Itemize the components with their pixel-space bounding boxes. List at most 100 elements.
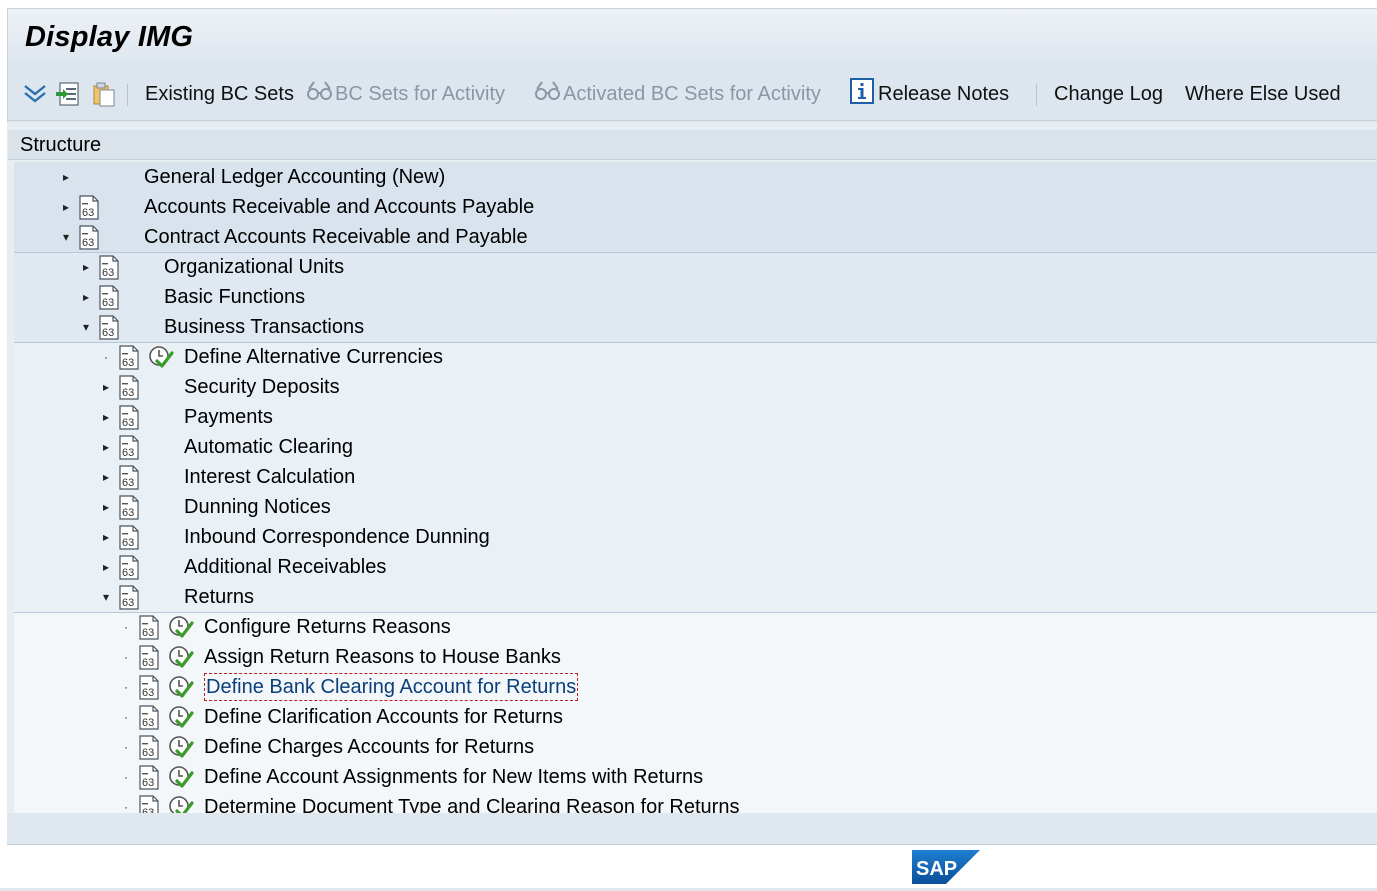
- expand-arrow-icon[interactable]: ▸: [100, 402, 112, 432]
- documentation-icon[interactable]: 63: [138, 795, 160, 813]
- release-notes-button[interactable]: Release Notes: [850, 68, 1009, 120]
- expand-arrow-icon[interactable]: ▸: [100, 552, 112, 582]
- tree-node-label[interactable]: Define Charges Accounts for Returns: [204, 732, 534, 762]
- tree-node[interactable]: · 63 Define Account Assignments for New It…: [14, 762, 1377, 792]
- documentation-icon[interactable]: 63: [138, 645, 160, 670]
- bc-sets-for-activity-button[interactable]: BC Sets for Activity: [305, 68, 505, 120]
- tree-node-label[interactable]: Security Deposits: [184, 372, 340, 402]
- subtree-icon[interactable]: [54, 68, 82, 120]
- tree-node-label[interactable]: Define Clarification Accounts for Return…: [204, 702, 563, 732]
- tree-node[interactable]: · 63 Configure Returns Reasons: [14, 612, 1377, 642]
- documentation-icon[interactable]: 63: [118, 345, 140, 370]
- tree-node-label[interactable]: Dunning Notices: [184, 492, 331, 522]
- documentation-icon[interactable]: 63: [118, 435, 140, 460]
- expand-arrow-icon[interactable]: ▸: [80, 252, 92, 282]
- svg-text:63: 63: [142, 687, 154, 699]
- tree-node[interactable]: ▸ 63 Basic Functions: [14, 282, 1377, 312]
- documentation-icon[interactable]: 63: [98, 285, 120, 310]
- execute-activity-icon[interactable]: [168, 674, 194, 700]
- tree-node-label[interactable]: Configure Returns Reasons: [204, 612, 451, 642]
- expand-arrow-icon[interactable]: ▸: [100, 462, 112, 492]
- documentation-icon[interactable]: 63: [118, 375, 140, 400]
- tree-node[interactable]: ▸ 63 Inbound Correspondence Dunning: [14, 522, 1377, 552]
- tree-node-label[interactable]: Additional Receivables: [184, 552, 386, 582]
- tree-node[interactable]: · 63 Determine Document Type and Clearing …: [14, 792, 1377, 813]
- tree-node-label[interactable]: Payments: [184, 402, 273, 432]
- collapse-arrow-icon[interactable]: ▾: [100, 582, 112, 612]
- expand-arrow-icon[interactable]: ▸: [80, 282, 92, 312]
- tree-node-label[interactable]: Inbound Correspondence Dunning: [184, 522, 490, 552]
- execute-activity-icon[interactable]: [148, 344, 174, 370]
- documentation-icon[interactable]: 63: [118, 555, 140, 580]
- tree-node[interactable]: · 63 Define Charges Accounts for Returns: [14, 732, 1377, 762]
- expand-arrow-icon[interactable]: ▸: [100, 492, 112, 522]
- existing-bc-sets-button[interactable]: Existing BC Sets: [145, 68, 294, 120]
- documentation-icon[interactable]: 63: [118, 525, 140, 550]
- tree-node[interactable]: ▸ 63 Additional Receivables: [14, 552, 1377, 582]
- execute-activity-icon[interactable]: [168, 764, 194, 790]
- documentation-icon[interactable]: 63: [138, 735, 160, 760]
- tree-node[interactable]: ▾ 63 Business Transactions: [14, 312, 1377, 342]
- tree-node[interactable]: ▸ 63 Interest Calculation: [14, 462, 1377, 492]
- tree-node-label[interactable]: Assign Return Reasons to House Banks: [204, 642, 561, 672]
- expand-arrow-icon[interactable]: ▸: [60, 162, 72, 192]
- execute-activity-icon[interactable]: [168, 614, 194, 640]
- tree-node[interactable]: ▸ 63 Organizational Units: [14, 252, 1377, 282]
- documentation-icon[interactable]: 63: [98, 255, 120, 280]
- expand-arrow-icon[interactable]: ▸: [100, 432, 112, 462]
- change-log-button[interactable]: Change Log: [1054, 68, 1163, 120]
- documentation-icon[interactable]: 63: [118, 495, 140, 520]
- tree-node-label[interactable]: Basic Functions: [164, 282, 305, 312]
- documentation-icon[interactable]: 63: [138, 765, 160, 790]
- tree-node-label[interactable]: Returns: [184, 582, 254, 612]
- tree-node-label[interactable]: Automatic Clearing: [184, 432, 353, 462]
- tree-node-label[interactable]: Define Alternative Currencies: [184, 342, 443, 372]
- expand-all-icon[interactable]: [22, 68, 48, 120]
- tree-node[interactable]: · 63 Define Clarification Accounts for Ret…: [14, 702, 1377, 732]
- execute-activity-icon[interactable]: [168, 734, 194, 760]
- tree-node-label[interactable]: Business Transactions: [164, 312, 364, 342]
- tree-node[interactable]: · 63 Assign Return Reasons to House Banks: [14, 642, 1377, 672]
- svg-text:63: 63: [122, 567, 134, 579]
- documentation-icon[interactable]: 63: [78, 225, 100, 250]
- tree-node[interactable]: ▸ 63 Security Deposits: [14, 372, 1377, 402]
- clipboard-icon[interactable]: [90, 68, 118, 120]
- svg-text:63: 63: [122, 507, 134, 519]
- documentation-icon[interactable]: 63: [118, 585, 140, 610]
- expand-arrow-icon[interactable]: ▸: [60, 192, 72, 222]
- documentation-icon[interactable]: 63: [118, 465, 140, 490]
- tree-node-label[interactable]: Determine Document Type and Clearing Rea…: [204, 792, 739, 813]
- execute-activity-icon[interactable]: [168, 794, 194, 813]
- structure-header-label: Structure: [20, 134, 102, 156]
- tree-node[interactable]: ▸ General Ledger Accounting (New): [14, 162, 1377, 192]
- documentation-icon[interactable]: 63: [118, 405, 140, 430]
- collapse-arrow-icon[interactable]: ▾: [80, 312, 92, 342]
- collapse-arrow-icon[interactable]: ▾: [60, 222, 72, 252]
- expand-arrow-icon[interactable]: ▸: [100, 372, 112, 402]
- tree-node-label[interactable]: Organizational Units: [164, 252, 344, 282]
- documentation-icon[interactable]: 63: [138, 615, 160, 640]
- tree-node[interactable]: · 63 Define Bank Clearing Account for Retu…: [14, 672, 1377, 702]
- tree-node[interactable]: ▾ 63 Contract Accounts Receivable and Paya…: [14, 222, 1377, 252]
- tree-node-label[interactable]: Define Bank Clearing Account for Returns: [204, 673, 579, 701]
- documentation-icon[interactable]: 63: [78, 195, 100, 220]
- tree-node-label[interactable]: Define Account Assignments for New Items…: [204, 762, 703, 792]
- tree-node-label[interactable]: Accounts Receivable and Accounts Payable: [144, 192, 534, 222]
- documentation-icon[interactable]: 63: [138, 705, 160, 730]
- tree-node-label[interactable]: Interest Calculation: [184, 462, 355, 492]
- documentation-icon[interactable]: 63: [138, 675, 160, 700]
- where-else-used-button[interactable]: Where Else Used: [1185, 68, 1341, 120]
- tree-node[interactable]: · 63 Define Alternative Currencies: [14, 342, 1377, 372]
- tree-node[interactable]: ▸ 63 Automatic Clearing: [14, 432, 1377, 462]
- execute-activity-icon[interactable]: [168, 644, 194, 670]
- expand-arrow-icon[interactable]: ▸: [100, 522, 112, 552]
- tree-node[interactable]: ▸ 63 Accounts Receivable and Accounts Paya…: [14, 192, 1377, 222]
- tree-node[interactable]: ▾ 63 Returns: [14, 582, 1377, 612]
- tree-node[interactable]: ▸ 63 Dunning Notices: [14, 492, 1377, 522]
- tree-node-label[interactable]: Contract Accounts Receivable and Payable: [144, 222, 528, 252]
- tree-node-label[interactable]: General Ledger Accounting (New): [144, 162, 445, 192]
- execute-activity-icon[interactable]: [168, 704, 194, 730]
- tree-node[interactable]: ▸ 63 Payments: [14, 402, 1377, 432]
- documentation-icon[interactable]: 63: [98, 315, 120, 340]
- activated-bc-sets-button[interactable]: Activated BC Sets for Activity: [533, 68, 821, 120]
